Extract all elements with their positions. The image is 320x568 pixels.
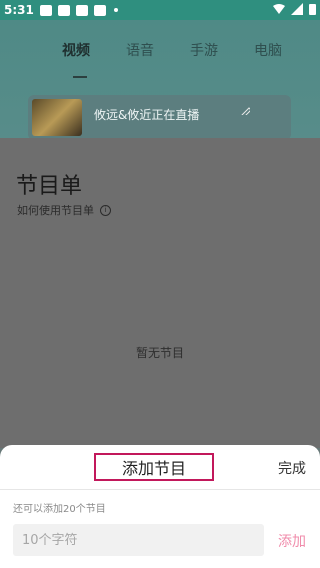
notification-icon <box>39 4 52 16</box>
notification-icon <box>57 4 70 16</box>
empty-state: 暂无节目 <box>135 346 184 360</box>
add-program-sheet: 添加节目 完成 还可以添加20个节目 添加 <box>0 445 320 568</box>
signal-icon <box>291 3 303 15</box>
help-text: 如何使用节目单 <box>17 204 94 217</box>
done-button[interactable]: 完成 <box>278 458 306 478</box>
info-icon: i <box>100 204 111 216</box>
status-time: 5:31 <box>4 3 34 17</box>
edit-icon[interactable] <box>240 105 250 115</box>
divider <box>0 489 320 490</box>
add-button[interactable]: 添加 <box>278 531 306 551</box>
program-name-input[interactable] <box>13 524 264 556</box>
notification-icon <box>93 4 106 16</box>
hint-text: 还可以添加20个节目 <box>13 504 106 515</box>
sheet-title: 添加节目 <box>94 453 214 481</box>
battery-icon <box>309 4 316 15</box>
wifi-icon <box>273 4 285 14</box>
live-card[interactable]: 攸远&攸近正在直播 <box>28 95 291 140</box>
help-link[interactable]: 如何使用节目单 i <box>17 202 111 218</box>
tab-mobile-game[interactable]: 手游 <box>190 40 218 60</box>
program-input-wrapper <box>13 524 264 556</box>
page-title: 节目单 <box>16 174 83 199</box>
tab-voice[interactable]: 语音 <box>126 40 154 60</box>
notification-icon <box>75 4 88 16</box>
dot-icon <box>113 8 118 12</box>
tab-video[interactable]: 视频 <box>62 40 90 60</box>
sheet-title-text: 添加节目 <box>121 459 186 478</box>
live-title: 攸远&攸近正在直播 <box>94 108 200 122</box>
tab-pc[interactable]: 电脑 <box>254 40 282 60</box>
top-tabs: 视频 语音 手游 电脑 <box>62 40 282 60</box>
tab-underline <box>73 76 87 78</box>
status-bar: 5:31 <box>0 0 320 20</box>
live-thumbnail <box>32 99 82 136</box>
status-right <box>273 3 316 15</box>
